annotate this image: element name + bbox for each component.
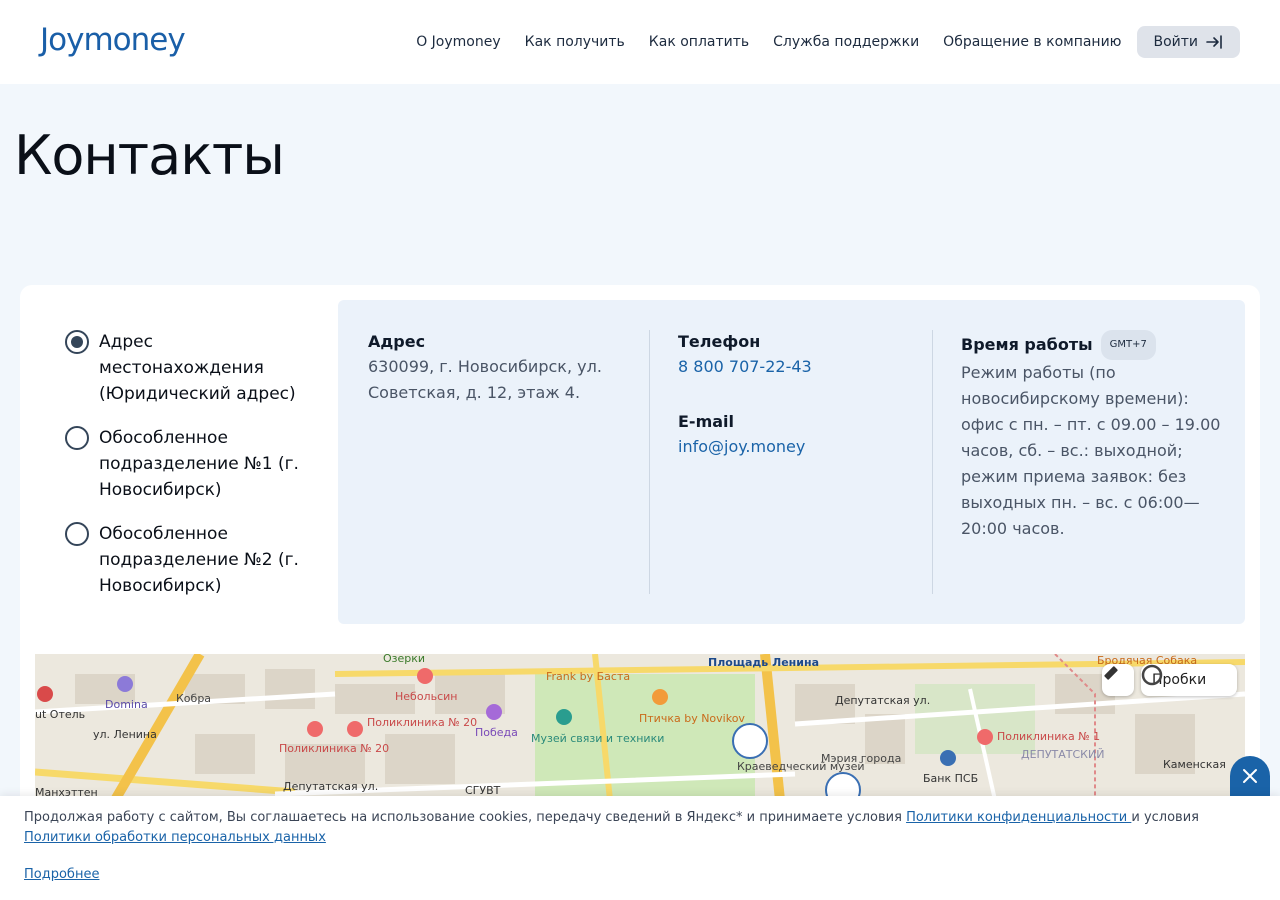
map-label: Депутатская ул.	[283, 780, 379, 793]
address-option-label: Адрес местонахождения (Юридический адрес…	[99, 332, 296, 404]
phone-title: Телефон	[678, 332, 761, 351]
hours-title: Время работы	[961, 335, 1093, 354]
map-label: Банк ПСБ	[923, 772, 979, 785]
address-option-label: Обособленное подразделение №1 (г. Новоси…	[99, 428, 299, 500]
address-option-legal[interactable]: Адрес местонахождения (Юридический адрес…	[65, 329, 315, 407]
address-text: 630099, г. Новосибирск, ул. Советская, д…	[368, 357, 602, 402]
map-label: Frank by Баста	[546, 670, 631, 683]
privacy-policy-link[interactable]: Политики конфиденциальности	[906, 810, 1131, 825]
map-label: Поликлиника № 20	[279, 742, 390, 755]
nav-appeal[interactable]: Обращение в компанию	[943, 26, 1121, 58]
map-label: Небольсин	[395, 690, 458, 703]
nav-support[interactable]: Служба поддержки	[773, 26, 919, 58]
map-ruler-button[interactable]	[1102, 664, 1134, 696]
cookie-text-middle: и условия	[1131, 810, 1199, 825]
map-label: ut Отель	[35, 708, 86, 721]
cookie-banner: Продолжая работу с сайтом, Вы соглашаете…	[0, 796, 1280, 900]
cookie-more-link[interactable]: Подробнее	[24, 865, 99, 885]
email-title: E-mail	[678, 412, 735, 431]
hours-text: Режим работы (по новосибирскому времени)…	[961, 363, 1221, 538]
map-label: Площадь Ленина	[708, 656, 819, 669]
login-label: Войти	[1153, 34, 1198, 50]
map-label: Музей связи и техники	[531, 732, 665, 745]
map-label: ул. Ленина	[93, 728, 157, 741]
map-traffic-button[interactable]: Пробки	[1141, 664, 1237, 696]
close-icon	[1243, 769, 1257, 783]
main-nav: О Joymoney Как получить Как оплатить Слу…	[392, 26, 1240, 58]
page-title: Контакты	[14, 124, 285, 187]
nav-how-to-get[interactable]: Как получить	[525, 26, 625, 58]
ruler-icon	[1104, 666, 1118, 680]
logo[interactable]: Joymoney	[40, 22, 186, 58]
hours-title-row: Время работы GMT+7	[961, 330, 1221, 360]
address-option-label: Обособленное подразделение №2 (г. Новоси…	[99, 524, 299, 596]
address-option-branch-1[interactable]: Обособленное подразделение №1 (г. Новоси…	[65, 425, 315, 503]
login-button[interactable]: Войти	[1137, 26, 1240, 58]
close-cookie-button[interactable]	[1230, 756, 1270, 796]
traffic-icon	[1141, 664, 1163, 686]
yandex-map[interactable]: Озерки Площадь Ленина Бродячая Собака Fr…	[35, 654, 1245, 800]
map-label: Кобра	[176, 692, 212, 705]
map-background	[35, 654, 1245, 800]
map-label: Каменская	[1163, 758, 1226, 771]
login-arrow-icon	[1206, 35, 1222, 49]
site-header: Joymoney О Joymoney Как получить Как опл…	[0, 0, 1280, 84]
personal-data-policy-link[interactable]: Политики обработки персональных данных	[24, 830, 326, 845]
cookie-text-before: Продолжая работу с сайтом, Вы соглашаете…	[24, 810, 907, 825]
nav-about[interactable]: О Joymoney	[416, 26, 500, 58]
address-selector: Адрес местонахождения (Юридический адрес…	[65, 329, 315, 617]
radio-icon[interactable]	[65, 522, 89, 546]
timezone-badge: GMT+7	[1100, 330, 1156, 360]
email-link[interactable]: info@joy.money	[678, 434, 918, 460]
map-label: Мэрия города	[821, 752, 902, 765]
radio-selected-icon[interactable]	[65, 330, 89, 354]
hours-column: Время работы GMT+7 Режим работы (по ново…	[961, 330, 1221, 542]
column-divider	[932, 330, 933, 594]
phone-link[interactable]: 8 800 707-22-43	[678, 354, 918, 380]
map-label: Озерки	[383, 654, 426, 665]
map-label: Поликлиника № 1	[997, 730, 1101, 743]
column-divider	[649, 330, 650, 594]
address-title: Адрес	[368, 332, 426, 351]
address-option-branch-2[interactable]: Обособленное подразделение №2 (г. Новоси…	[65, 521, 315, 599]
radio-icon[interactable]	[65, 426, 89, 450]
map-label: Domina	[105, 698, 148, 711]
nav-how-to-pay[interactable]: Как оплатить	[649, 26, 749, 58]
map-label: ДЕПУТАТСКИЙ	[1021, 748, 1105, 761]
map-label: Поликлиника № 20	[367, 716, 478, 729]
map-label: Птичка by Novikov	[639, 712, 745, 725]
map-label: Победа	[475, 726, 518, 739]
address-column: Адрес 630099, г. Новосибирск, ул. Советс…	[368, 330, 618, 406]
cookie-text: Продолжая работу с сайтом, Вы соглашаете…	[24, 808, 1244, 848]
phone-column: Телефон 8 800 707-22-43 E-mail info@joy.…	[678, 330, 918, 460]
contact-info-panel: Адрес 630099, г. Новосибирск, ул. Советс…	[338, 300, 1245, 624]
map-label: Депутатская ул.	[835, 694, 931, 707]
